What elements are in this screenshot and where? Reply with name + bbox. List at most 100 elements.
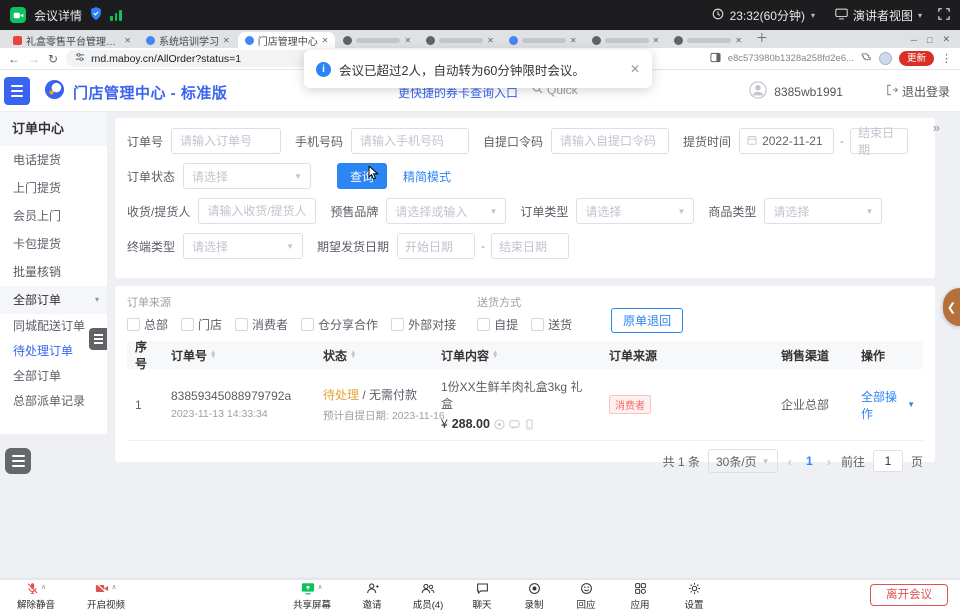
pickup-code-input[interactable] [551, 128, 669, 154]
ship-start-date-picker[interactable]: 开始日期 [397, 233, 475, 259]
tab-close-icon[interactable]: ✕ [124, 36, 131, 45]
floating-menu-widget[interactable] [5, 448, 31, 474]
sidebar-item-hq-dispatch-records[interactable]: 总部派单记录 [0, 389, 107, 414]
sidebar-drag-handle[interactable] [89, 328, 107, 350]
share-screen-button[interactable]: ∧ 共享屏幕 [283, 582, 341, 610]
video-options-caret[interactable]: ∧ [111, 583, 116, 591]
reactions-button[interactable]: 回应 [563, 582, 609, 610]
view-mode-caret-icon[interactable]: ▾ [918, 11, 922, 20]
mic-options-caret[interactable]: ∧ [41, 583, 46, 591]
members-button[interactable]: 成员(4) [401, 582, 455, 610]
sidebar-item-batch-verify[interactable]: 批量核销 [0, 258, 107, 286]
meeting-timer[interactable]: 23:32(60分钟) [730, 7, 805, 24]
new-tab-button[interactable]: ＋ [756, 29, 768, 46]
browser-tab[interactable]: ✕ [667, 32, 749, 48]
timer-caret-icon[interactable]: ▾ [811, 11, 815, 20]
tab-close-icon[interactable]: ✕ [487, 36, 494, 45]
all-actions-dropdown[interactable]: 全部操作 ▼ [861, 388, 915, 422]
tab-close-icon[interactable]: ✕ [404, 36, 411, 45]
pickup-start-date-picker[interactable]: 2022-11-21 [739, 128, 834, 154]
site-info-icon[interactable] [75, 52, 85, 65]
sidebar-item-member-visit[interactable]: 会员上门 [0, 202, 107, 230]
panel-collapse-icon[interactable]: » [933, 120, 940, 135]
start-video-button[interactable]: ∧ 开启视频 [78, 582, 134, 610]
browser-tab[interactable]: ✕ [336, 32, 418, 48]
receiver-input[interactable] [198, 198, 316, 224]
column-header-status[interactable]: 状态▲▼ [315, 347, 433, 364]
sort-icon[interactable]: ▲▼ [350, 351, 356, 360]
order-type-select[interactable]: 请选择 ▼ [576, 198, 694, 224]
forward-icon[interactable]: → [28, 53, 40, 65]
presale-brand-select[interactable]: 请选择或输入 ▼ [386, 198, 506, 224]
window-close-icon[interactable]: ✕ [942, 34, 950, 45]
invite-button[interactable]: 邀请 [349, 582, 395, 610]
browser-menu-icon[interactable]: ⋮ [941, 52, 952, 65]
sidebar-item-door-pickup[interactable]: 上门提货 [0, 174, 107, 202]
toast-close-icon[interactable]: ✕ [630, 62, 640, 76]
network-signal-icon[interactable] [110, 10, 122, 21]
checkbox-consumer[interactable]: 消费者 [235, 316, 288, 333]
prev-page-icon[interactable]: ‹ [786, 454, 794, 469]
sidebar-item-all-orders[interactable]: 全部订单 [0, 364, 107, 389]
simple-mode-link[interactable]: 精简模式 [403, 168, 451, 185]
browser-tab[interactable]: 系统培训学习 ✕ [139, 32, 237, 48]
record-button[interactable]: 录制 [511, 582, 557, 610]
page-size-select[interactable]: 30条/页 ▼ [708, 449, 778, 473]
browser-tab[interactable]: ✕ [419, 32, 501, 48]
sidebar-item-cardbag-pickup[interactable]: 卡包提货 [0, 230, 107, 258]
column-header-order-no[interactable]: 订单号▲▼ [163, 347, 315, 364]
settings-button[interactable]: 设置 [671, 582, 717, 610]
sort-icon[interactable]: ▲▼ [492, 351, 498, 360]
checkbox-external[interactable]: 外部对接 [391, 316, 456, 333]
pickup-end-date-picker[interactable]: 结束日期 [850, 128, 908, 154]
current-page-number[interactable]: 1 [802, 454, 817, 468]
chat-button[interactable]: 聊天 [459, 582, 505, 610]
terminal-type-select[interactable]: 请选择 ▼ [183, 233, 303, 259]
side-drawer-handle[interactable]: ❮ [943, 288, 960, 326]
tab-close-icon[interactable]: ✕ [653, 36, 660, 45]
column-header-content[interactable]: 订单内容▲▼ [433, 347, 601, 364]
tab-close-icon[interactable]: ✕ [735, 36, 742, 45]
extensions-puzzle-icon[interactable] [861, 52, 872, 66]
fullscreen-icon[interactable] [938, 8, 950, 23]
order-no-text[interactable]: 83859345088979792a [171, 389, 307, 403]
checkbox-warehouse-share[interactable]: 仓分享合作 [301, 316, 378, 333]
goto-page-input[interactable] [873, 450, 903, 472]
next-page-icon[interactable]: › [825, 454, 833, 469]
unmute-button[interactable]: ∧ 解除静音 [8, 582, 64, 610]
browser-profile-avatar[interactable] [879, 52, 892, 65]
browser-tab[interactable]: ✕ [502, 32, 584, 48]
sidebar-item-phone-pickup[interactable]: 电话提货 [0, 146, 107, 174]
tab-close-icon[interactable]: ✕ [570, 36, 577, 45]
meeting-title[interactable]: 会议详情 [34, 7, 82, 24]
sidebar-group-all-orders[interactable]: 全部订单 ▾ [0, 286, 107, 314]
checkbox-hq[interactable]: 总部 [127, 316, 168, 333]
back-icon[interactable]: ← [8, 53, 20, 65]
sidebar-collapse-button[interactable] [4, 77, 30, 105]
share-options-caret[interactable]: ∧ [317, 583, 322, 591]
reload-icon[interactable]: ↻ [48, 53, 58, 65]
phone-input[interactable] [351, 128, 469, 154]
goods-type-select[interactable]: 请选择 ▼ [764, 198, 882, 224]
logout-button[interactable]: 退出登录 [886, 83, 950, 100]
browser-update-button[interactable]: 更新 [899, 51, 934, 66]
ship-end-date-picker[interactable]: 结束日期 [491, 233, 569, 259]
sort-icon[interactable]: ▲▼ [210, 351, 216, 360]
order-status-select[interactable]: 请选择 ▼ [183, 163, 311, 189]
security-shield-icon[interactable] [90, 7, 102, 23]
checkbox-self-pickup[interactable]: 自提 [477, 316, 518, 333]
tab-close-icon[interactable]: ✕ [223, 36, 230, 45]
original-order-return-button[interactable]: 原单退回 [611, 308, 683, 333]
order-no-input[interactable] [171, 128, 281, 154]
browser-tab[interactable]: ✕ [585, 32, 667, 48]
tab-close-icon[interactable]: ✕ [322, 36, 329, 45]
checkbox-store[interactable]: 门店 [181, 316, 222, 333]
window-maximize-icon[interactable]: □ [927, 35, 932, 45]
window-minimize-icon[interactable]: ─ [911, 35, 917, 45]
browser-tab[interactable]: 礼盒零售平台管理中心 ✕ [6, 32, 138, 48]
browser-tab-active[interactable]: 门店管理中心 ✕ [238, 32, 336, 48]
view-mode-label[interactable]: 演讲者视图 [853, 7, 913, 24]
side-panel-icon[interactable] [710, 52, 721, 66]
checkbox-delivery[interactable]: 送货 [531, 316, 572, 333]
leave-meeting-button[interactable]: 离开会议 [870, 584, 948, 606]
